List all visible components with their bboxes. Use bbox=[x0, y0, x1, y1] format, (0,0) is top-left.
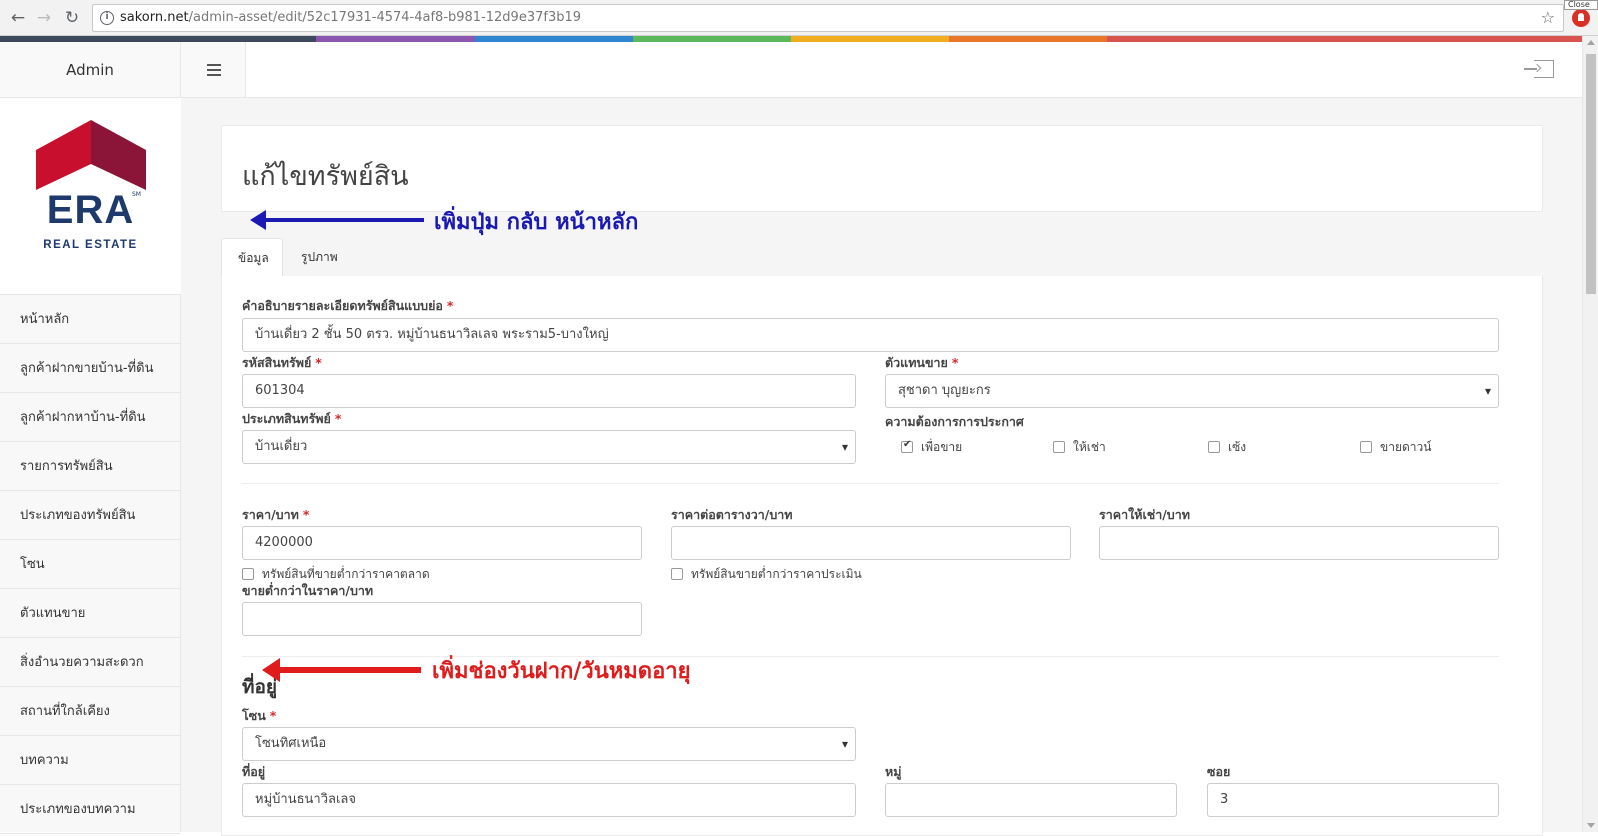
bookmark-star-icon[interactable]: ☆ bbox=[1541, 8, 1555, 27]
sidebar-item[interactable]: บทความ bbox=[0, 736, 180, 785]
forward-arrow-icon[interactable]: → bbox=[34, 8, 54, 28]
short-desc-label: คำอธิบายรายละเอียดทรัพย์สินแบบย่อ * bbox=[242, 298, 454, 313]
soi-label: ซอย bbox=[1207, 764, 1231, 779]
code-input[interactable]: 601304 bbox=[242, 374, 856, 408]
blue-arrow-line bbox=[264, 218, 424, 222]
scroll-up-icon[interactable] bbox=[1587, 40, 1595, 45]
announce-down-checkbox[interactable]: ขายดาวน์ bbox=[1360, 438, 1431, 457]
price-input[interactable]: 4200000 bbox=[242, 526, 642, 560]
page-scrollbar[interactable] bbox=[1582, 36, 1598, 832]
type-label: ประเภทสินทรัพย์ * bbox=[242, 411, 342, 426]
below-price-input[interactable] bbox=[242, 602, 642, 636]
checkbox-icon[interactable] bbox=[1053, 441, 1065, 453]
zone-select[interactable]: โซนทิศเหนือ bbox=[242, 727, 856, 761]
sidebar-item[interactable]: ประเภทของทรัพย์สิน bbox=[0, 491, 180, 540]
sidebar-item[interactable]: ลูกค้าฝากขายบ้าน-ที่ดิน bbox=[0, 344, 180, 393]
sidebar-item[interactable]: โซน bbox=[0, 540, 180, 589]
sidebar: ERA SM REAL ESTATE หน้าหลัก ลูกค้าฝากขายบ… bbox=[0, 98, 181, 834]
edit-form: คำอธิบายรายละเอียดทรัพย์สินแบบย่อ * บ้านเ… bbox=[221, 276, 1543, 836]
address-input[interactable]: หมู่บ้านธนาวิลเลจ bbox=[242, 783, 856, 817]
soi-input[interactable]: 3 bbox=[1207, 783, 1499, 817]
title-panel: แก้ไขทรัพย์สิน bbox=[221, 125, 1543, 212]
checkbox-icon[interactable] bbox=[242, 568, 254, 580]
hamburger-icon bbox=[207, 64, 221, 66]
sidebar-item[interactable]: สิ่งอำนวยความสะดวก bbox=[0, 638, 180, 687]
announce-sale-checkbox[interactable]: เพื่อขาย bbox=[901, 438, 962, 457]
type-select[interactable]: บ้านเดี่ยว bbox=[242, 430, 856, 464]
logo-era-text: ERA bbox=[46, 188, 135, 232]
checkbox-checked-icon[interactable] bbox=[901, 439, 913, 453]
page-title: แก้ไขทรัพย์สิน bbox=[242, 161, 409, 192]
reload-icon[interactable]: ↻ bbox=[62, 8, 82, 28]
announce-label: ความต้องการการประกาศ bbox=[885, 414, 1024, 429]
short-desc-input[interactable]: บ้านเดี่ยว 2 ชั้น 50 ตรว. หมู่บ้านธนาวิล… bbox=[242, 318, 1499, 352]
red-arrow-line bbox=[278, 667, 421, 673]
house-roof-icon bbox=[36, 120, 146, 190]
zone-label: โซน * bbox=[242, 708, 277, 723]
menu-toggle-button[interactable] bbox=[181, 42, 246, 98]
logo-sm-mark: SM bbox=[132, 191, 141, 198]
hamburger-icon-line bbox=[207, 74, 221, 76]
back-arrow-icon[interactable]: ← bbox=[8, 8, 28, 28]
tab-images[interactable]: รูปภาพ bbox=[285, 238, 354, 276]
sidebar-item[interactable]: ลูกค้าฝากหาบ้าน-ที่ดิน bbox=[0, 393, 180, 442]
info-icon[interactable]: i bbox=[100, 11, 114, 25]
browser-toolbar: ← → ↻ i sakorn.net/admin-asset/edit/52c1… bbox=[0, 0, 1598, 36]
sidebar-item[interactable]: สถานที่ใกล้เคียง bbox=[0, 687, 180, 736]
code-label: รหัสสินทรัพย์ * bbox=[242, 355, 322, 370]
address-label: ที่อยู่ bbox=[242, 764, 266, 779]
address-bar[interactable]: i sakorn.net/admin-asset/edit/52c17931-4… bbox=[92, 4, 1564, 32]
tab-info[interactable]: ข้อมูล bbox=[221, 238, 283, 276]
rent-price-label: ราคาให้เช่า/บาท bbox=[1099, 507, 1190, 522]
moo-input[interactable] bbox=[885, 783, 1177, 817]
sidebar-item[interactable]: ตัวแทนขาย bbox=[0, 589, 180, 638]
announce-lease-checkbox[interactable]: เซ้ง bbox=[1208, 438, 1246, 457]
price-label: ราคา/บาท * bbox=[242, 507, 310, 522]
checkbox-icon[interactable] bbox=[671, 568, 683, 580]
price-sqw-label: ราคาต่อตารางวา/บาท bbox=[671, 507, 793, 522]
sidebar-item[interactable]: หน้าหลัก bbox=[0, 295, 180, 344]
brand-title[interactable]: Admin bbox=[0, 42, 181, 98]
below-price-label: ขายต่ำกว่าในราคา/บาท bbox=[242, 583, 374, 598]
annotation-red: เพิ่มช่องวันฝาก/วันหมดอายุ bbox=[432, 658, 691, 684]
below-appraisal-checkbox[interactable]: ทรัพย์สินขายต่ำกว่าราคาประเมิน bbox=[671, 565, 862, 584]
agent-select[interactable]: สุชาดา บุญยะกร bbox=[885, 374, 1499, 408]
extension-icon[interactable] bbox=[1572, 9, 1590, 27]
checkbox-icon[interactable] bbox=[1360, 441, 1372, 453]
checkbox-icon[interactable] bbox=[1208, 441, 1220, 453]
scroll-down-icon[interactable] bbox=[1587, 823, 1595, 828]
logout-icon[interactable] bbox=[1524, 60, 1554, 78]
moo-label: หมู่ bbox=[885, 764, 902, 779]
price-sqw-input[interactable] bbox=[671, 526, 1071, 560]
divider bbox=[242, 483, 1499, 484]
scroll-thumb[interactable] bbox=[1586, 54, 1596, 294]
announce-rent-checkbox[interactable]: ให้เช่า bbox=[1053, 438, 1106, 457]
agent-label: ตัวแทนขาย * bbox=[885, 355, 959, 370]
close-tooltip: Close bbox=[1564, 0, 1598, 10]
hamburger-icon-line bbox=[207, 69, 221, 71]
sidebar-item[interactable]: รายการทรัพย์สิน bbox=[0, 442, 180, 491]
sidebar-item[interactable]: ประเภทของบทความ bbox=[0, 785, 180, 834]
top-navbar bbox=[246, 42, 1582, 98]
rent-price-input[interactable] bbox=[1099, 526, 1499, 560]
era-logo: ERA SM REAL ESTATE bbox=[0, 98, 181, 295]
url-text: sakorn.net/admin-asset/edit/52c17931-457… bbox=[120, 10, 582, 25]
logo-subtext: REAL ESTATE bbox=[43, 239, 138, 251]
main-content: แก้ไขทรัพย์สิน ข้อมูล รูปภาพ คำอธิบายราย… bbox=[181, 98, 1582, 836]
divider bbox=[242, 656, 1499, 657]
annotation-blue: เพิ่มปุ่ม กลับ หน้าหลัก bbox=[434, 209, 639, 235]
